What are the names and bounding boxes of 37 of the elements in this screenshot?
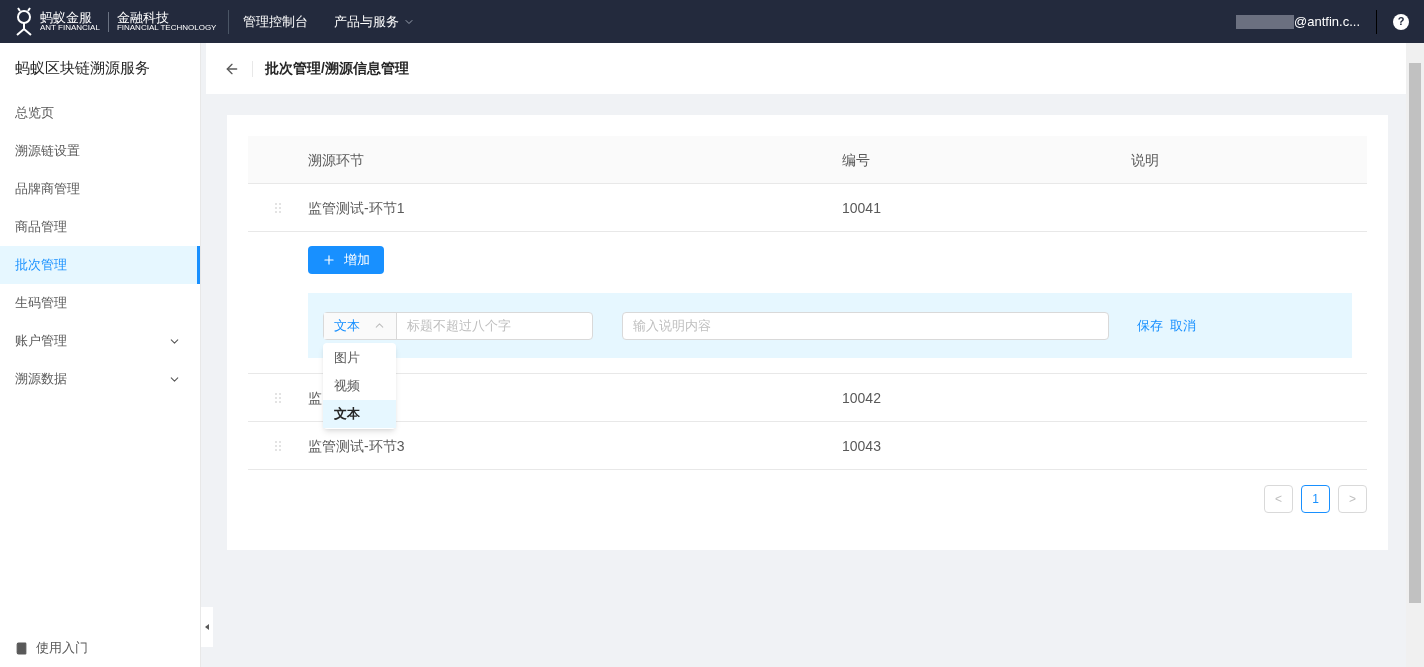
brand-subtext: FINANCIAL TECHNOLOGY xyxy=(116,24,217,32)
table-cell: 监 xyxy=(308,389,322,406)
getting-started-link[interactable]: 使用入门 xyxy=(36,638,88,658)
sidebar-item[interactable]: 溯源链设置 xyxy=(0,132,200,170)
collapse-handle[interactable] xyxy=(201,607,213,647)
brand-text: 金融科技 xyxy=(116,11,170,24)
sidebar-item[interactable]: 生码管理 xyxy=(0,284,200,322)
scrollbar[interactable] xyxy=(1406,43,1424,667)
column-header: 编号 xyxy=(842,151,870,168)
column-header: 说明 xyxy=(1131,151,1159,168)
sidebar-item[interactable]: 账户管理 xyxy=(0,322,200,360)
column-header: 溯源环节 xyxy=(308,151,364,168)
table-cell: 监管测试-环节3 xyxy=(308,437,405,454)
user-email[interactable]: @antfin.c... xyxy=(1294,11,1360,32)
table-cell: 10041 xyxy=(842,199,881,216)
caret-left-icon xyxy=(205,624,209,630)
table-cell: 10042 xyxy=(842,389,881,406)
description-input[interactable]: 输入说明内容 xyxy=(622,311,1109,340)
logo-subtext: ANT FINANCIAL xyxy=(40,24,100,32)
dropdown-option[interactable]: 图片 xyxy=(323,344,396,372)
nav-link[interactable]: 管理控制台 xyxy=(243,11,309,32)
table-cell: 监管测试-环节1 xyxy=(308,199,405,216)
sidebar-item[interactable]: 总览页 xyxy=(0,94,200,132)
book-icon xyxy=(15,641,28,655)
sidebar-item[interactable]: 溯源数据 xyxy=(0,360,200,398)
sidebar-title: 蚂蚁区块链溯源服务 xyxy=(14,58,151,79)
logo-text: 蚂蚁金服 xyxy=(40,11,93,24)
dropdown-option[interactable]: 文本 xyxy=(323,400,396,428)
dropdown-option[interactable]: 视频 xyxy=(323,372,396,400)
page-title: 批次管理/溯源信息管理 xyxy=(265,59,409,78)
sidebar-item[interactable]: 品牌商管理 xyxy=(0,170,200,208)
nav-link[interactable]: 产品与服务 xyxy=(334,11,416,32)
table-cell: 10043 xyxy=(842,437,881,454)
blurred-username xyxy=(1236,14,1295,29)
help-icon[interactable]: ? xyxy=(1393,13,1409,30)
sidebar-item[interactable]: 商品管理 xyxy=(0,208,200,246)
plus-icon xyxy=(322,253,336,267)
